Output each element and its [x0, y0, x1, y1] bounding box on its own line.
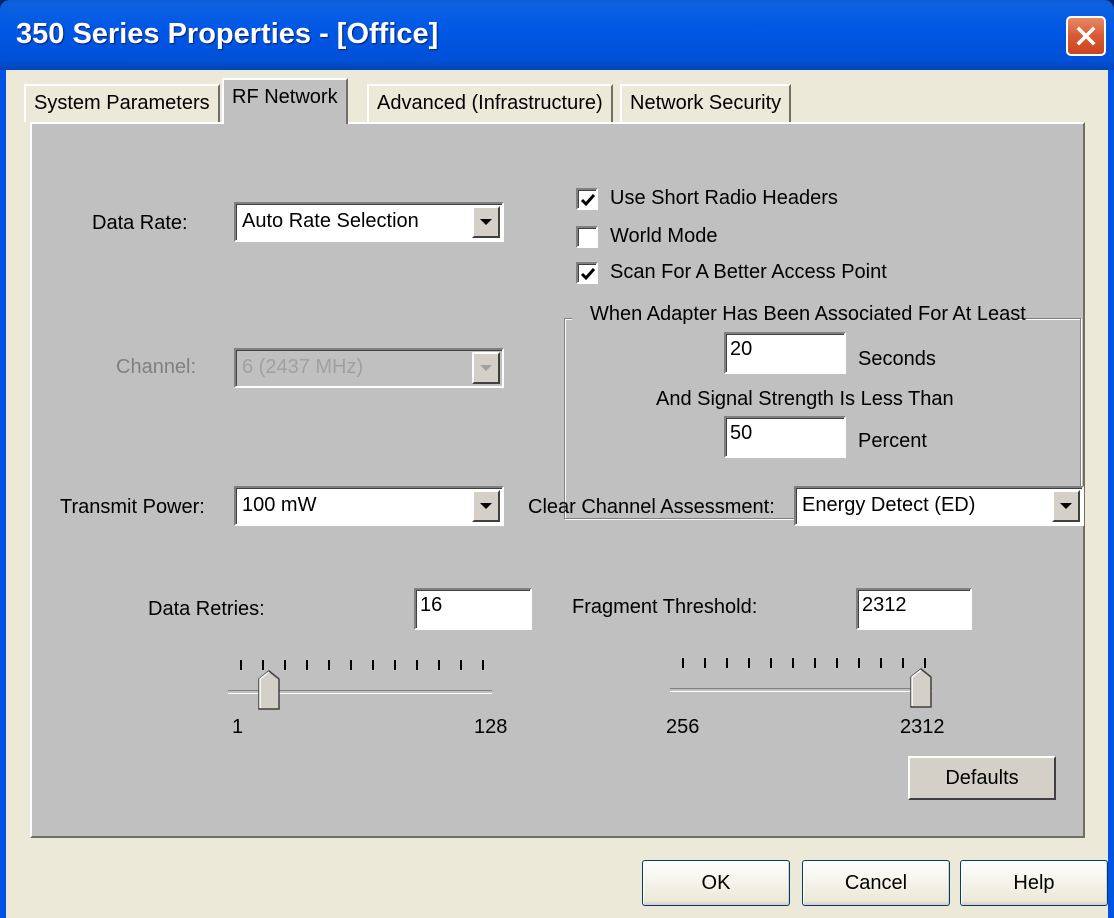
- seconds-value: 20: [730, 338, 753, 360]
- chevron-down-icon: [480, 365, 492, 371]
- chevron-down-icon: [480, 219, 492, 225]
- data-retries-slider-thumb[interactable]: [258, 670, 280, 710]
- cca-dropdown-button[interactable]: [1052, 490, 1080, 522]
- fragment-threshold-min: 256: [666, 716, 700, 738]
- data-rate-dropdown-button[interactable]: [472, 206, 500, 238]
- transmit-power-label: Transmit Power:: [60, 496, 205, 518]
- properties-window: 350 Series Properties - [Office] System …: [0, 0, 1114, 918]
- chevron-down-icon: [480, 503, 492, 509]
- ok-button[interactable]: OK: [642, 860, 790, 906]
- help-button[interactable]: Help: [960, 860, 1108, 906]
- world-mode-label[interactable]: World Mode: [610, 225, 717, 248]
- data-retries-value: 16: [420, 594, 443, 616]
- percent-input[interactable]: 50: [724, 416, 846, 458]
- associated-text: When Adapter Has Been Associated For At …: [590, 303, 1026, 325]
- short-headers-checkbox[interactable]: [576, 188, 598, 210]
- close-icon: [1076, 26, 1096, 46]
- data-retries-max: 128: [474, 716, 508, 738]
- data-retries-ticks: [240, 660, 494, 670]
- channel-dropdown-button: [472, 352, 500, 384]
- chevron-down-icon: [1060, 503, 1072, 509]
- data-retries-input[interactable]: 16: [414, 588, 532, 630]
- scan-better-ap-checkbox[interactable]: [576, 262, 598, 284]
- data-retries-min: 1: [232, 716, 244, 738]
- world-mode-checkbox[interactable]: [576, 226, 598, 248]
- data-rate-label: Data Rate:: [92, 212, 188, 234]
- cca-value: Energy Detect (ED): [802, 494, 976, 516]
- data-retries-label: Data Retries:: [148, 598, 265, 620]
- tab-advanced-infrastructure[interactable]: Advanced (Infrastructure): [367, 84, 613, 122]
- rf-network-panel: Data Rate: Auto Rate Selection Channel: …: [30, 122, 1085, 838]
- cancel-button[interactable]: Cancel: [802, 860, 950, 906]
- short-headers-label[interactable]: Use Short Radio Headers: [610, 187, 838, 210]
- fragment-threshold-ticks: [682, 658, 932, 668]
- tab-system-parameters[interactable]: System Parameters: [24, 84, 220, 122]
- data-rate-value: Auto Rate Selection: [242, 210, 419, 232]
- transmit-power-select[interactable]: 100 mW: [234, 486, 504, 526]
- cca-select[interactable]: Energy Detect (ED): [794, 486, 1084, 526]
- window-title: 350 Series Properties - [Office]: [16, 18, 439, 50]
- fragment-threshold-slider-thumb[interactable]: [910, 668, 932, 708]
- percent-value: 50: [730, 422, 753, 444]
- dialog-client-area: System Parameters RF Network Advanced (I…: [6, 70, 1108, 918]
- fragment-threshold-label: Fragment Threshold:: [572, 596, 758, 618]
- tab-network-security[interactable]: Network Security: [620, 84, 792, 122]
- transmit-power-value: 100 mW: [242, 494, 317, 516]
- channel-label: Channel:: [116, 356, 197, 378]
- scan-better-ap-label[interactable]: Scan For A Better Access Point: [610, 261, 887, 284]
- transmit-power-dropdown-button[interactable]: [472, 490, 500, 522]
- fragment-threshold-track: [670, 688, 932, 692]
- fragment-threshold-max: 2312: [900, 716, 945, 738]
- checkmark-icon: [580, 268, 596, 281]
- checkmark-icon: [580, 194, 596, 207]
- seconds-unit: Seconds: [858, 348, 936, 370]
- percent-unit: Percent: [858, 430, 927, 452]
- data-rate-select[interactable]: Auto Rate Selection: [234, 202, 504, 242]
- close-button[interactable]: [1066, 16, 1106, 56]
- cca-label: Clear Channel Assessment:: [528, 496, 775, 518]
- signal-text: And Signal Strength Is Less Than: [656, 388, 954, 410]
- fragment-threshold-value: 2312: [862, 594, 907, 616]
- seconds-input[interactable]: 20: [724, 332, 846, 374]
- channel-select: 6 (2437 MHz): [234, 348, 504, 388]
- title-bar[interactable]: 350 Series Properties - [Office]: [0, 0, 1114, 70]
- tab-rf-network[interactable]: RF Network: [222, 78, 348, 124]
- channel-value: 6 (2437 MHz): [242, 356, 364, 378]
- defaults-button[interactable]: Defaults: [908, 756, 1056, 800]
- fragment-threshold-input[interactable]: 2312: [856, 588, 972, 630]
